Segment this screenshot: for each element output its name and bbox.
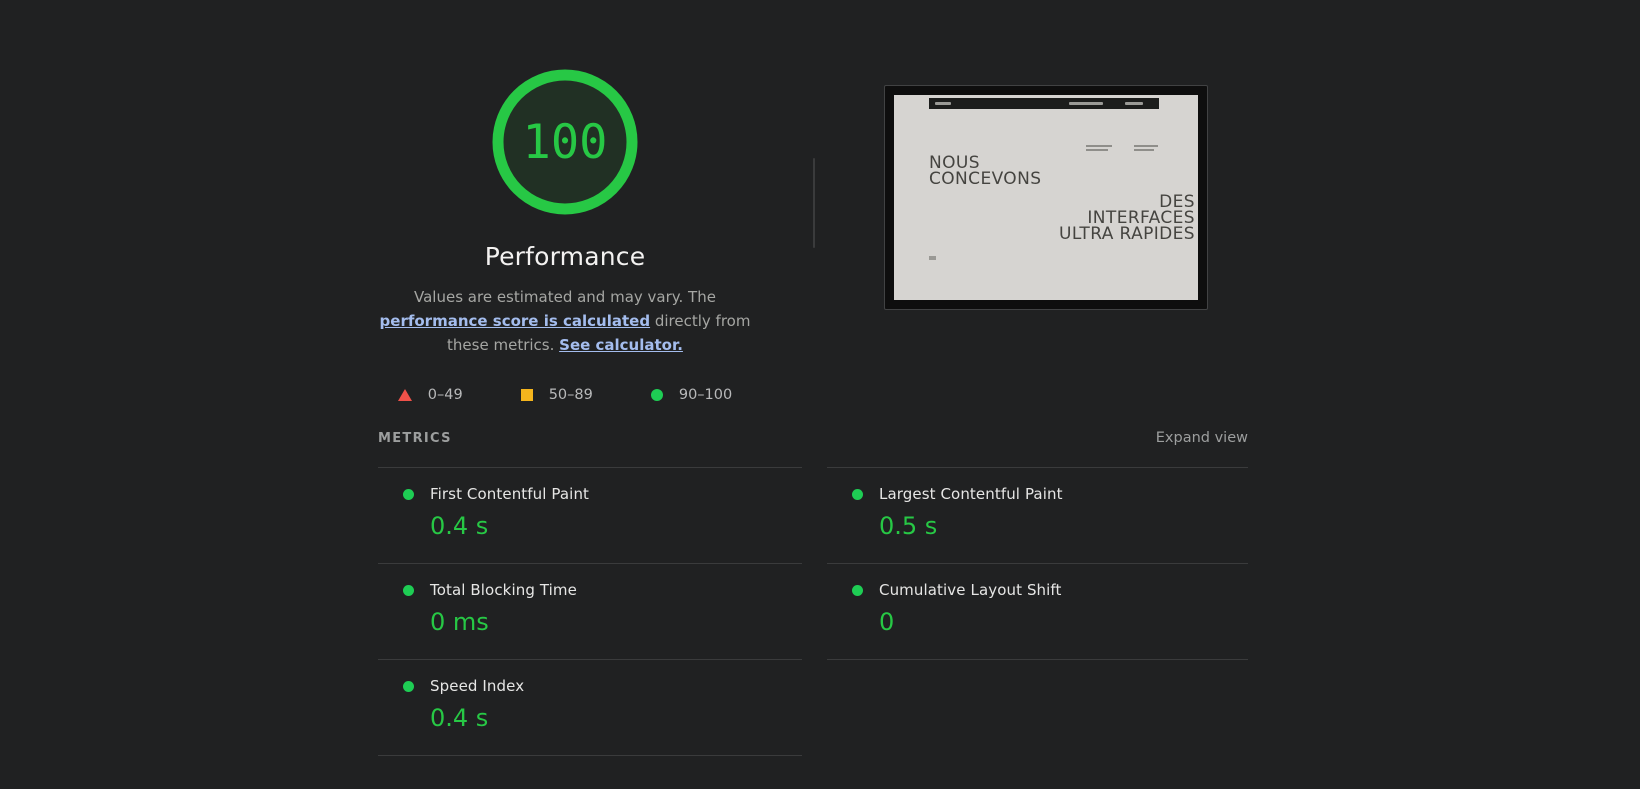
pass-dot-icon	[852, 488, 863, 500]
score-calculated-link[interactable]: performance score is calculated	[380, 312, 651, 330]
pass-dot-icon	[403, 680, 414, 692]
metric-name: Cumulative Layout Shift	[879, 581, 1062, 599]
metric-value: 0	[879, 608, 895, 636]
screenshot-smalltext-block	[1134, 145, 1158, 151]
legend-item-average: 50–89	[520, 387, 593, 403]
metric-value: 0.4 s	[430, 512, 489, 540]
performance-score: 100	[522, 114, 608, 170]
metrics-section-label: METRICS	[378, 430, 452, 446]
score-description: Values are estimated and may vary. The p…	[365, 285, 765, 357]
legend-item-fail: 0–49	[397, 387, 463, 403]
metric-first-contentful-paint: First Contentful Paint 0.4 s	[378, 467, 802, 563]
performance-title: Performance	[484, 242, 646, 271]
score-scale-legend: 0–49 50–89 90–100	[360, 387, 770, 403]
metric-cumulative-layout-shift: Cumulative Layout Shift 0	[827, 563, 1248, 659]
screenshot-headline-left: NOUS CONCEVONS	[929, 153, 1042, 189]
screenshot-logo	[935, 102, 951, 105]
expand-view-button[interactable]: Expand view	[1156, 430, 1248, 446]
pass-dot-icon	[852, 584, 863, 596]
screenshot-content: NOUS CONCEVONS DES INTERFACES ULTRA RAPI…	[894, 95, 1198, 300]
summary-divider	[813, 158, 815, 248]
metric-name: Total Blocking Time	[430, 581, 577, 599]
screenshot-small-mark	[929, 256, 936, 260]
metric-speed-index: Speed Index 0.4 s	[378, 659, 802, 755]
pass-dot-icon	[403, 488, 414, 500]
metric-total-blocking-time: Total Blocking Time 0 ms	[378, 563, 802, 659]
metrics-header: METRICS Expand view	[378, 430, 1248, 446]
legend-range-label: 0–49	[427, 387, 463, 403]
metric-value: 0 ms	[430, 608, 489, 636]
screenshot-smalltext-block	[1086, 145, 1112, 151]
metrics-section: METRICS Expand view First Contentful Pai…	[378, 430, 1248, 756]
page-screenshot-thumbnail[interactable]: NOUS CONCEVONS DES INTERFACES ULTRA RAPI…	[884, 85, 1208, 310]
metric-name: Speed Index	[430, 677, 525, 695]
screenshot-nav-item	[1125, 102, 1143, 105]
metric-name: Largest Contentful Paint	[879, 485, 1063, 503]
metrics-column-right: Largest Contentful Paint 0.5 s Cumulativ…	[827, 467, 1248, 660]
performance-gauge[interactable]: 100	[491, 68, 639, 216]
screenshot-navbar	[929, 98, 1159, 109]
screenshot-headline-right: DES INTERFACES ULTRA RAPIDES	[1059, 192, 1195, 244]
legend-range-label: 50–89	[548, 387, 593, 403]
description-text-pre: Values are estimated and may vary. The	[414, 288, 716, 306]
lighthouse-performance-report: 100 Performance Values are estimated and…	[0, 0, 1640, 789]
metrics-grid: First Contentful Paint 0.4 s Total Block…	[378, 467, 1248, 756]
metrics-column-left: First Contentful Paint 0.4 s Total Block…	[378, 467, 802, 756]
performance-summary: 100 Performance Values are estimated and…	[360, 68, 770, 403]
average-square-icon	[520, 389, 533, 401]
pass-dot-icon	[403, 584, 414, 596]
legend-item-pass: 90–100	[650, 387, 733, 403]
metric-value: 0.5 s	[879, 512, 938, 540]
metric-name: First Contentful Paint	[430, 485, 590, 503]
pass-circle-icon	[650, 389, 663, 401]
see-calculator-link[interactable]: See calculator.	[559, 336, 683, 354]
screenshot-nav-item	[1069, 102, 1103, 105]
fail-triangle-icon	[397, 389, 412, 401]
metric-largest-contentful-paint: Largest Contentful Paint 0.5 s	[827, 467, 1248, 563]
metric-value: 0.4 s	[430, 704, 489, 732]
legend-range-label: 90–100	[678, 387, 733, 403]
